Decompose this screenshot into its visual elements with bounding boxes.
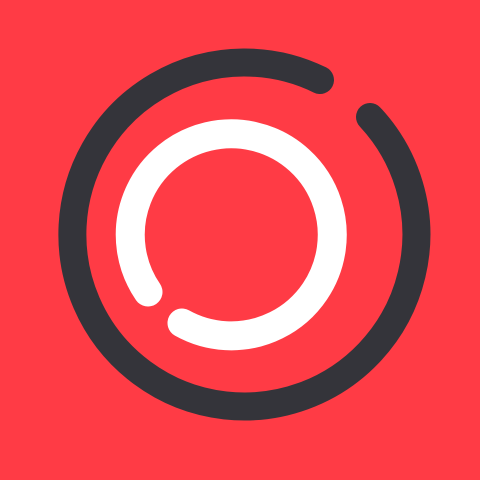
concentric-rings-logo-icon bbox=[0, 0, 480, 480]
app-icon bbox=[0, 0, 480, 480]
